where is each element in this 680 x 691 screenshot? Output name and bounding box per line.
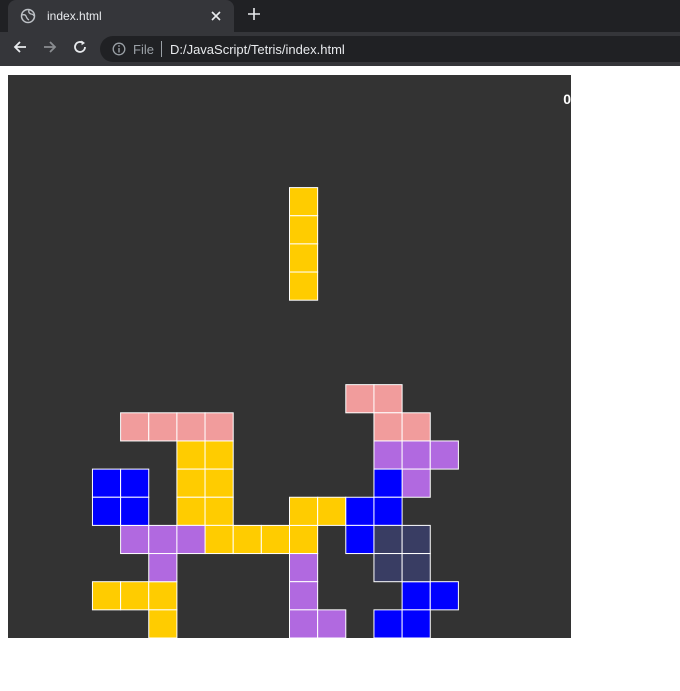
- settled-block: [176, 440, 206, 470]
- settled-block: [91, 581, 122, 611]
- settled-block: [176, 496, 206, 526]
- settled-block: [148, 609, 178, 638]
- falling-piece-block: [289, 243, 319, 273]
- forward-button[interactable]: [40, 39, 60, 59]
- settled-block: [289, 524, 319, 555]
- settled-block: [120, 581, 150, 611]
- settled-block: [232, 524, 262, 555]
- settled-block: [120, 468, 150, 498]
- close-icon[interactable]: [208, 8, 224, 24]
- settled-block: [176, 468, 206, 498]
- globe-icon: [20, 8, 36, 24]
- settled-block: [289, 609, 319, 638]
- address-bar[interactable]: File D:/JavaScript/Tetris/index.html: [100, 36, 680, 62]
- settled-block: [260, 524, 291, 555]
- arrow-right-icon: [42, 39, 58, 60]
- settled-block: [401, 440, 431, 470]
- settled-block: [148, 412, 178, 442]
- settled-block: [401, 609, 431, 638]
- settled-block: [317, 609, 347, 638]
- settled-block: [345, 496, 375, 526]
- board-grid: [91, 187, 459, 638]
- tab-title: index.html: [47, 9, 102, 23]
- game-board[interactable]: 0: [8, 75, 571, 638]
- settled-block: [176, 412, 206, 442]
- settled-block: [204, 496, 234, 526]
- settled-block: [204, 524, 234, 555]
- settled-block: [373, 384, 403, 414]
- settled-block: [429, 440, 459, 470]
- settled-block: [289, 581, 319, 611]
- settled-block: [345, 524, 375, 555]
- settled-block: [91, 496, 122, 526]
- new-tab-button[interactable]: [244, 6, 264, 26]
- reload-icon: [72, 39, 88, 60]
- falling-piece-block: [289, 215, 319, 245]
- back-button[interactable]: [10, 39, 30, 59]
- settled-block: [373, 468, 403, 498]
- settled-block: [373, 609, 403, 638]
- settled-block: [373, 553, 403, 583]
- info-icon[interactable]: [112, 42, 126, 56]
- settled-block: [148, 581, 178, 611]
- settled-block: [204, 468, 234, 498]
- settled-block: [401, 468, 431, 498]
- address-separator: [160, 41, 162, 57]
- settled-block: [148, 524, 178, 555]
- settled-block: [345, 384, 375, 414]
- plus-icon: [247, 7, 261, 26]
- browser-toolbar: File D:/JavaScript/Tetris/index.html: [0, 32, 680, 66]
- settled-block: [317, 496, 347, 526]
- url-text[interactable]: D:/JavaScript/Tetris/index.html: [170, 42, 345, 57]
- browser-tab[interactable]: index.html: [8, 0, 234, 32]
- settled-block: [120, 412, 150, 442]
- settled-block: [401, 581, 431, 611]
- falling-piece-block: [289, 271, 319, 301]
- browser-tab-bar: index.html: [0, 0, 680, 32]
- security-label: File: [133, 41, 154, 57]
- settled-block: [401, 553, 431, 583]
- settled-block: [289, 496, 319, 526]
- reload-button[interactable]: [70, 39, 90, 59]
- settled-block: [429, 581, 459, 611]
- settled-block: [120, 524, 150, 555]
- settled-block: [401, 412, 431, 442]
- settled-block: [401, 524, 431, 555]
- settled-block: [120, 496, 150, 526]
- arrow-left-icon: [12, 39, 28, 60]
- falling-piece-block: [289, 187, 319, 217]
- score-display: 0: [563, 91, 571, 107]
- settled-block: [373, 412, 403, 442]
- settled-block: [373, 440, 403, 470]
- settled-block: [289, 553, 319, 583]
- settled-block: [204, 412, 234, 442]
- settled-block: [91, 468, 122, 498]
- settled-block: [204, 440, 234, 470]
- settled-block: [176, 524, 206, 555]
- settled-block: [148, 553, 178, 583]
- settled-block: [373, 496, 403, 526]
- settled-block: [373, 524, 403, 555]
